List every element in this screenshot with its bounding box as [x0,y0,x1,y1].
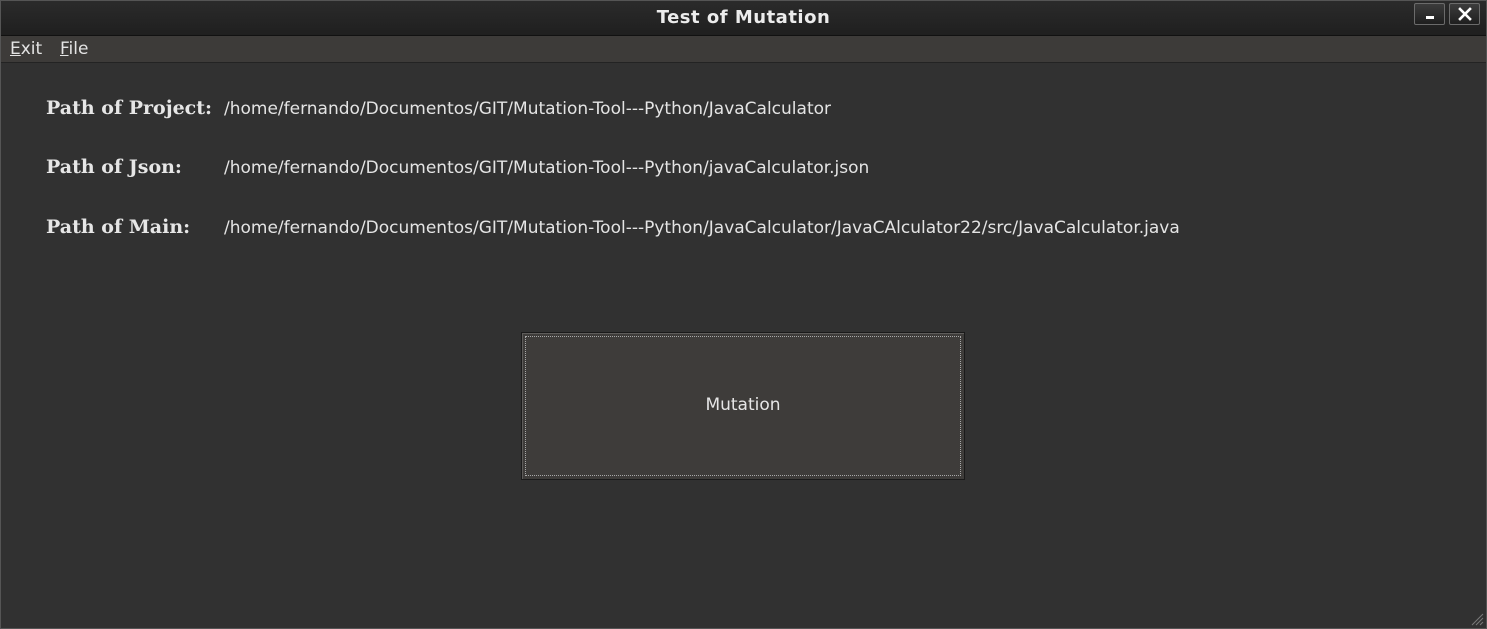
minimize-button[interactable] [1414,3,1445,25]
window-title: Test of Mutation [656,7,831,28]
json-path-label: Path of Json: [46,156,182,178]
menu-file[interactable]: File [60,39,88,59]
close-icon [1457,7,1472,21]
main-path-label: Path of Main: [46,216,191,238]
menu-exit-label: xit [20,39,43,59]
project-path-label: Path of Project: [46,97,213,119]
minimize-icon [1425,16,1434,19]
close-button[interactable] [1449,3,1480,25]
menu-exit[interactable]: Exit [10,39,42,59]
title-bar[interactable]: Test of Mutation [1,1,1486,36]
menu-exit-mnemonic: E [10,39,21,59]
mutation-button-label: Mutation [705,395,781,415]
menu-file-label: ile [68,39,89,59]
menu-file-mnemonic: F [60,39,69,59]
project-path-value: /home/fernando/Documentos/GIT/Mutation-T… [224,99,832,119]
main-content: Path of Project: /home/fernando/Document… [1,63,1486,628]
main-path-value: /home/fernando/Documentos/GIT/Mutation-T… [224,218,1180,238]
menu-bar: Exit File [1,36,1486,63]
app-window: Test of Mutation Exit File Path of Proje… [0,0,1487,629]
mutation-button[interactable]: Mutation [521,332,965,480]
resize-grip-icon[interactable] [1468,610,1484,626]
json-path-value: /home/fernando/Documentos/GIT/Mutation-T… [224,158,870,178]
